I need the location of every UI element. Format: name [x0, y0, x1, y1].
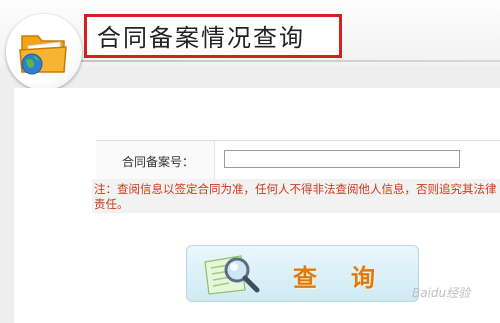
query-button[interactable]: 查 询 [186, 245, 419, 302]
notice-box: 注：查阅信息以签定合同为准，任何人不得非法查阅他人信息，否则追究其法律责任。 [92, 179, 500, 213]
logo [6, 14, 82, 90]
contract-number-input[interactable] [224, 150, 460, 168]
query-button-label-2: 询 [351, 264, 375, 292]
magnifier-document-icon [204, 255, 260, 295]
query-button-label-1: 查 [293, 264, 317, 292]
header-divider [60, 60, 500, 62]
contract-number-label: 合同备案号： [122, 155, 195, 169]
contract-number-row: 合同备案号： [96, 140, 500, 180]
folder-globe-icon [19, 35, 67, 75]
page-title-box: 合同备案情况查询 [84, 14, 342, 58]
page-title: 合同备案情况查询 [97, 24, 305, 52]
legal-notice: 注：查阅信息以签定合同为准，任何人不得非法查阅他人信息，否则追究其法律责任。 [94, 182, 497, 211]
watermark: Baidu经验 [412, 286, 471, 300]
